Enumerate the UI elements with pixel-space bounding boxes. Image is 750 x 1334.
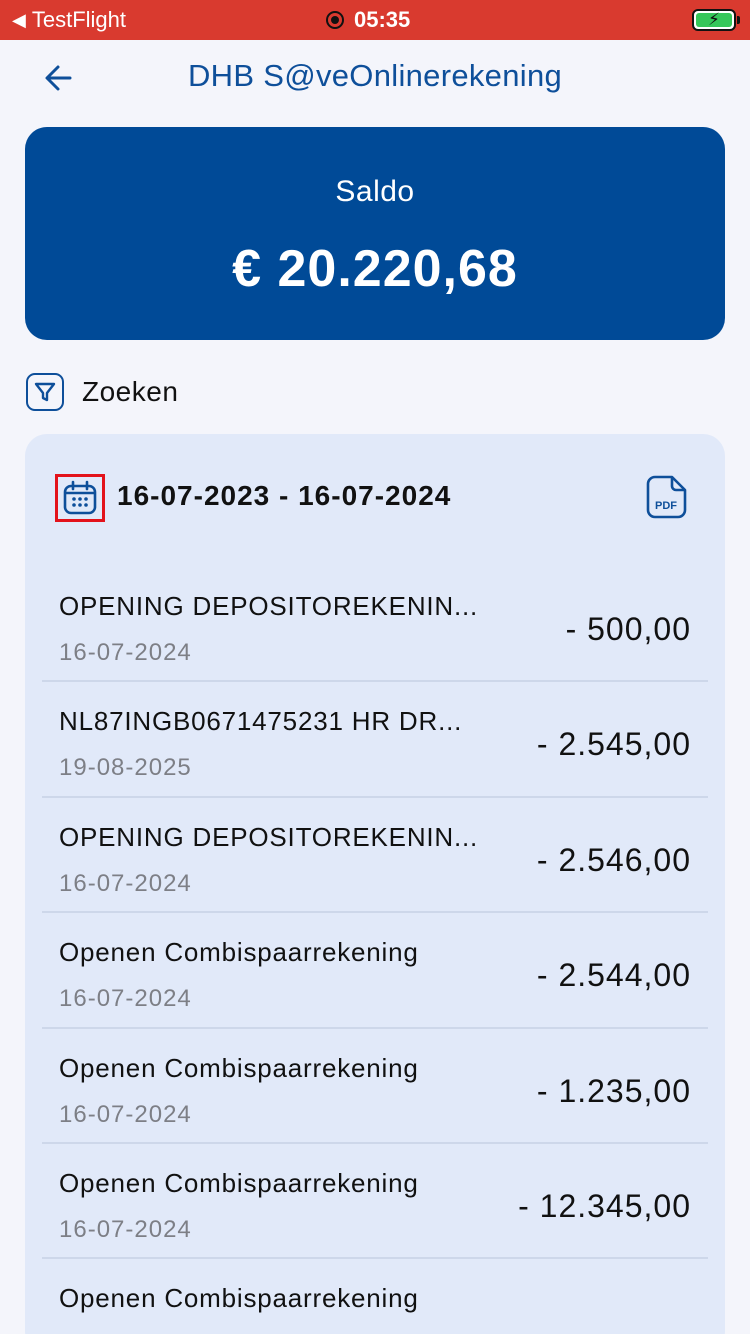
transaction-description: OPENING DEPOSITOREKENIN... <box>59 591 479 621</box>
search-filter-button[interactable]: Zoeken <box>26 372 178 412</box>
transactions-panel: 16-07-2023 - 16-07-2024 PDF OPENING DEPO… <box>25 434 725 1334</box>
transaction-description: Openen Combispaarrekening <box>59 1283 419 1314</box>
transaction-row[interactable]: Openen Combispaarrekening <box>42 1259 708 1334</box>
status-time: 05:35 <box>354 7 411 32</box>
transaction-date: 16-07-2024 <box>59 1100 192 1128</box>
filter-icon <box>26 373 64 411</box>
pdf-label: PDF <box>655 500 677 512</box>
transaction-amount: - 500,00 <box>565 611 691 647</box>
transaction-amount: - 2.545,00 <box>536 726 691 763</box>
battery-charging-icon: ⚡ <box>692 9 740 31</box>
transaction-row[interactable]: Openen Combispaarrekening 16-07-2024 - 2… <box>42 913 708 1029</box>
back-triangle-icon: ◀ <box>12 10 26 30</box>
transaction-date: 16-07-2024 <box>59 639 192 666</box>
balance-value: € 20.220,68 <box>232 240 518 298</box>
transaction-amount: - 2.546,00 <box>536 841 691 878</box>
status-time-group: 05:35 <box>326 6 410 34</box>
transaction-row[interactable]: OPENING DEPOSITOREKENIN... 16-07-2024 - … <box>42 798 708 914</box>
transaction-amount: - 1.235,00 <box>536 1072 691 1109</box>
nav-header: DHB S@veOnlinerekening <box>0 40 750 116</box>
date-range-row: 16-07-2023 - 16-07-2024 PDF <box>55 474 695 522</box>
transaction-description: Openen Combispaarrekening <box>59 1167 419 1198</box>
transaction-description: OPENING DEPOSITOREKENIN... <box>59 821 479 852</box>
transaction-row[interactable]: Openen Combispaarrekening 16-07-2024 - 1… <box>42 1029 708 1144</box>
balance-card: Saldo € 20.220,68 <box>25 127 725 340</box>
balance-label: Saldo <box>335 175 415 208</box>
screen-recording-icon <box>326 11 344 29</box>
date-range-label[interactable]: 16-07-2023 - 16-07-2024 <box>117 480 451 512</box>
transaction-date: 19-08-2025 <box>59 754 192 782</box>
pdf-document-icon: PDF <box>646 475 687 519</box>
transaction-date: 16-07-2024 <box>59 1215 192 1243</box>
transaction-amount: - 12.345,00 <box>518 1187 691 1224</box>
page-title: DHB S@veOnlinerekening <box>187 58 563 93</box>
pdf-download-button[interactable]: PDF <box>643 474 689 520</box>
status-bar: ◀ TestFlight 05:35 ⚡ <box>0 0 750 40</box>
status-back-label: TestFlight <box>31 7 126 32</box>
transaction-amount: - 2.544,00 <box>536 957 691 994</box>
transaction-description: Openen Combispaarrekening <box>59 1052 419 1083</box>
transaction-date: 16-07-2024 <box>59 869 192 897</box>
transaction-description: Openen Combispaarrekening <box>59 937 419 968</box>
transaction-date: 16-07-2024 <box>59 985 192 1013</box>
transaction-list: OPENING DEPOSITOREKENIN... 16-07-2024 - … <box>42 567 708 1334</box>
status-back-to-app[interactable]: ◀ TestFlight <box>12 6 126 34</box>
transaction-row[interactable]: Openen Combispaarrekening 16-07-2024 - 1… <box>42 1144 708 1260</box>
calendar-icon[interactable] <box>55 474 105 522</box>
transaction-description: NL87INGB0671475231 HR DR... <box>59 706 463 737</box>
transaction-row[interactable]: NL87INGB0671475231 HR DR... 19-08-2025 -… <box>42 682 708 798</box>
transaction-row[interactable]: OPENING DEPOSITOREKENIN... 16-07-2024 - … <box>42 567 708 683</box>
search-label: Zoeken <box>82 376 179 407</box>
